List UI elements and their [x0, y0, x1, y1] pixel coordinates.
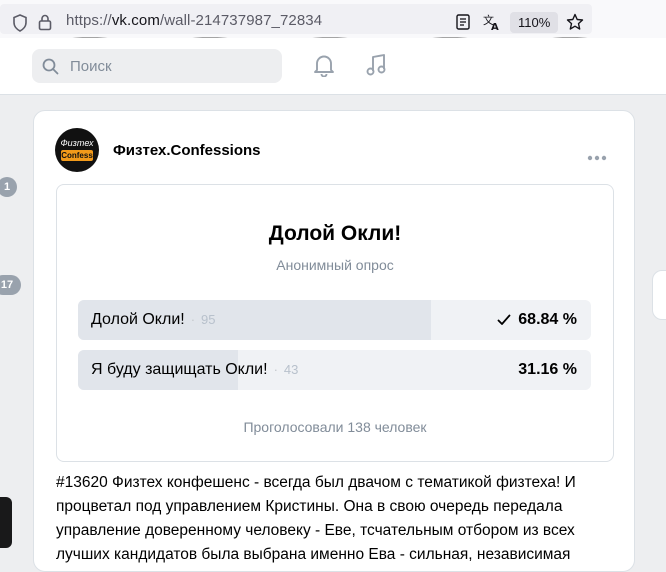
- poll-option-label: Я буду защищать Окли! · 43: [91, 361, 299, 378]
- left-dark-panel: [0, 497, 12, 548]
- counter-badge: 1: [0, 177, 17, 197]
- group-name-link[interactable]: Физтех.Confessions: [113, 142, 261, 159]
- poll-option[interactable]: Долой Окли! · 95 68.84 %: [78, 300, 591, 340]
- url-text[interactable]: https://vk.com/wall-214737987_72834: [66, 12, 322, 29]
- poll-option-label: Долой Окли! · 95: [91, 311, 216, 328]
- svg-text:A: A: [491, 22, 499, 31]
- bookmark-star-icon[interactable]: [566, 13, 584, 36]
- more-options-icon[interactable]: [587, 148, 607, 166]
- zoom-level[interactable]: 110%: [510, 12, 559, 33]
- checkmark-icon: [497, 313, 511, 331]
- right-side-card: [652, 270, 666, 320]
- avatar-logo-text: Физтех: [60, 138, 94, 148]
- poll-voters-count[interactable]: Проголосовали 138 человек: [57, 419, 613, 435]
- poll-option-count: 43: [283, 362, 299, 377]
- avatar-logo-badge: Confess: [61, 150, 93, 161]
- wall-post: Физтех Confess Физтех.Confessions Долой …: [33, 110, 635, 572]
- notifications-bell-icon[interactable]: [313, 53, 335, 82]
- search-icon: [42, 58, 59, 80]
- music-icon[interactable]: [365, 53, 387, 82]
- poll-option[interactable]: Я буду защищать Окли! · 43 31.16 %: [78, 350, 591, 390]
- search-box[interactable]: [32, 49, 282, 83]
- poll-option-percent: 31.16 %: [518, 361, 577, 378]
- poll-subtitle: Анонимный опрос: [276, 257, 394, 273]
- poll: Долой Окли! Анонимный опрос Долой Окли! ·…: [56, 184, 614, 462]
- group-avatar[interactable]: Физтех Confess: [55, 128, 99, 172]
- poll-option-percent: 68.84 %: [518, 311, 577, 328]
- post-text: #13620 Физтех конфешенс - всегда был два…: [56, 474, 576, 563]
- search-input[interactable]: [70, 49, 270, 83]
- site-header: [0, 38, 666, 95]
- poll-title: Долой Окли!: [268, 222, 402, 245]
- reader-view-icon[interactable]: [456, 14, 470, 35]
- poll-option-count: 95: [201, 312, 216, 327]
- browser-toolbar: https://vk.com/wall-214737987_72834 文A 1…: [0, 0, 666, 38]
- lock-icon[interactable]: [38, 13, 52, 36]
- address-bar[interactable]: https://vk.com/wall-214737987_72834 文A 1…: [0, 4, 592, 34]
- translate-icon[interactable]: 文A: [483, 13, 501, 36]
- counter-badge: 17: [0, 275, 21, 295]
